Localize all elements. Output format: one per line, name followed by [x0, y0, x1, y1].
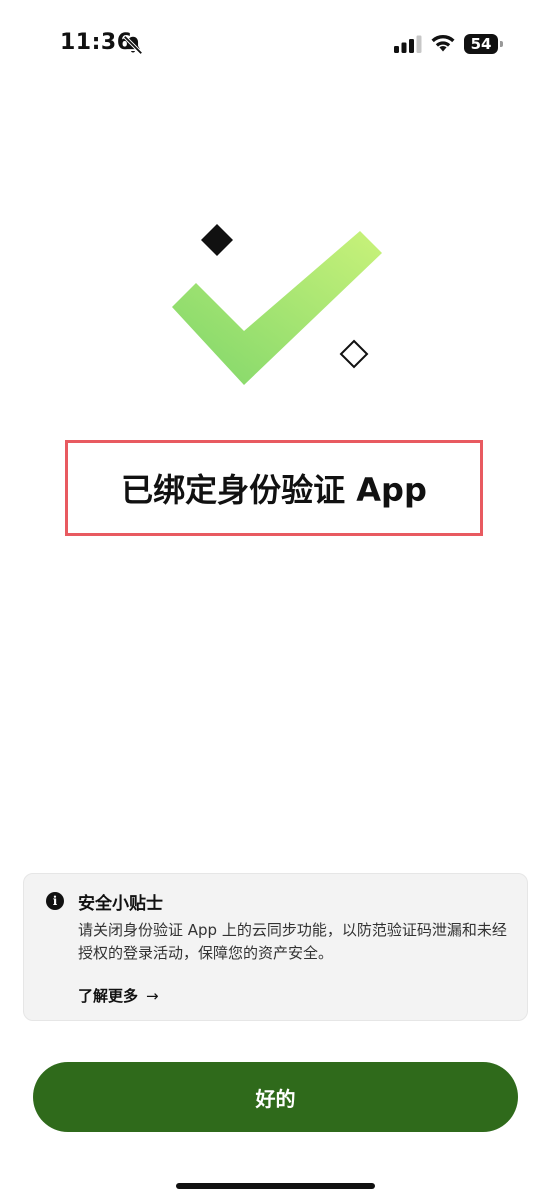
security-tip-card: i 安全小贴士 请关闭身份验证 App 上的云同步功能，以防范验证码泄漏和未经授… [23, 873, 528, 1021]
arrow-right-icon: → [146, 986, 159, 1005]
ok-button[interactable]: 好的 [33, 1062, 518, 1132]
bell-slash-icon [123, 35, 143, 55]
diamond-filled-icon [201, 224, 233, 256]
home-indicator[interactable] [176, 1183, 375, 1189]
checkmark-icon [172, 231, 382, 385]
page-title: 已绑定身份验证 App [121, 471, 427, 509]
learn-more-label: 了解更多 [78, 987, 139, 1005]
success-illustration [172, 224, 382, 385]
status-bar: 11:36 54 [0, 0, 551, 90]
signal-icon [394, 35, 422, 53]
tip-body: 请关闭身份验证 App 上的云同步功能，以防范验证码泄漏和未经授权的登录活动，保… [78, 921, 507, 962]
diamond-outline-icon [339, 339, 369, 369]
learn-more-link[interactable]: 了解更多 → [78, 985, 159, 1006]
battery-cap [500, 41, 503, 47]
battery-icon: 54 [464, 34, 504, 54]
title-highlight-box: 已绑定身份验证 App [65, 440, 483, 536]
battery-level: 54 [464, 34, 498, 54]
info-icon: i [46, 892, 64, 910]
wifi-icon [431, 34, 455, 52]
tip-title: 安全小贴士 [78, 894, 163, 914]
